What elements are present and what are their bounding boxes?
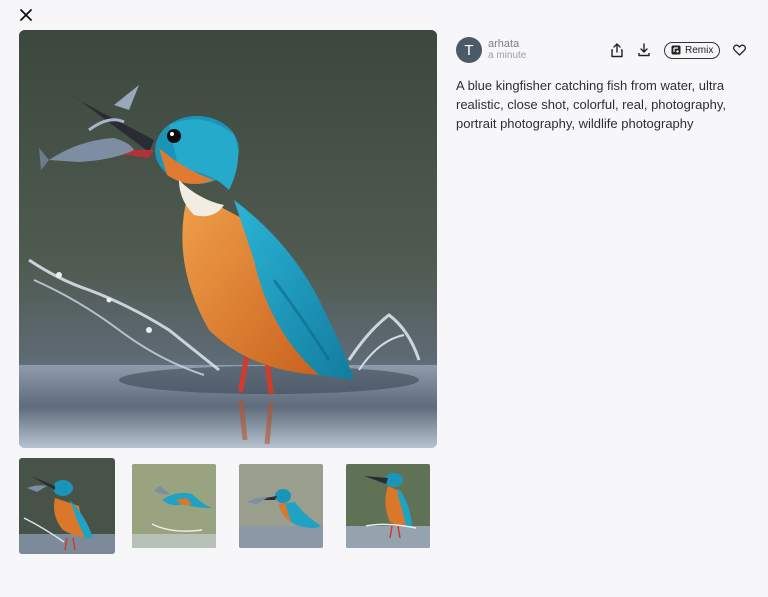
thumbnail-3-image — [239, 464, 323, 548]
remix-label: Remix — [685, 44, 714, 56]
remix-button[interactable]: Remix — [664, 41, 721, 59]
action-bar: Remix — [606, 40, 750, 60]
post-time: a minute — [488, 50, 527, 61]
author-meta: arhata a minute — [488, 38, 526, 62]
author-info: T arhata a minute — [456, 37, 526, 63]
kingfisher-photo — [19, 30, 437, 448]
thumbnail-3[interactable] — [239, 464, 323, 548]
author-name[interactable]: arhata — [488, 38, 526, 50]
download-icon — [638, 43, 650, 57]
remix-icon — [671, 45, 681, 55]
thumbnail-2-image — [132, 464, 216, 548]
share-button[interactable] — [606, 40, 628, 60]
download-button[interactable] — [633, 40, 655, 60]
close-icon — [20, 9, 32, 21]
share-icon — [611, 42, 623, 57]
thumbnail-1[interactable] — [19, 458, 115, 554]
close-button[interactable] — [10, 3, 42, 27]
avatar[interactable]: T — [456, 37, 482, 63]
main-image[interactable] — [19, 30, 437, 448]
thumbnail-4[interactable] — [346, 464, 430, 548]
like-button[interactable] — [728, 40, 750, 60]
thumbnail-1-image — [19, 458, 115, 554]
thumbnail-4-image — [346, 464, 430, 548]
prompt-text: A blue kingfisher catching fish from wat… — [456, 78, 727, 131]
heart-icon — [732, 44, 746, 56]
thumbnail-2[interactable] — [132, 464, 216, 548]
